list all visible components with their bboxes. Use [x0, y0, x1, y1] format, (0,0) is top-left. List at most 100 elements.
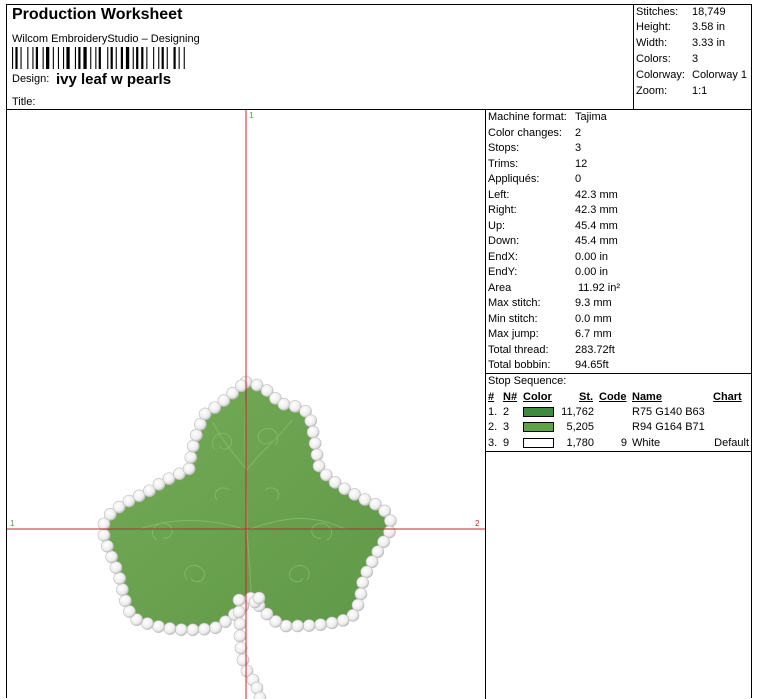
pearl — [105, 550, 118, 564]
barcode-bar — [136, 47, 139, 69]
pearl — [233, 617, 247, 631]
row-needle: 2 — [503, 406, 510, 418]
pearl — [291, 619, 304, 633]
property-value: 283.72ft — [575, 343, 615, 356]
pearl — [232, 605, 246, 619]
row-code: 9 — [620, 437, 627, 449]
property-value: 11.92 in² — [578, 281, 620, 294]
stat-label: Colors: — [636, 53, 671, 65]
row-name: R94 G164 B71 — [632, 421, 705, 433]
stat-value: Colorway 1 — [692, 69, 748, 81]
property-label: EndX: — [488, 250, 518, 263]
pearl — [163, 622, 177, 635]
barcode-bar — [57, 47, 59, 69]
property-value: 0.00 in — [575, 266, 609, 278]
pearl — [314, 618, 327, 631]
axis-marker-left: 1 — [10, 519, 15, 528]
pearl — [233, 629, 247, 643]
pearl — [384, 514, 397, 528]
pearl — [97, 528, 111, 542]
software-name: Wilcom EmbroideryStudio – Designing — [12, 33, 200, 45]
barcode-bar — [35, 47, 38, 69]
barcode-bar — [15, 47, 18, 69]
stat-value: 1:1 — [692, 85, 708, 97]
worksheet-header: Production Worksheet Wilcom EmbroiderySt… — [7, 5, 633, 109]
row-num: 2. — [488, 421, 498, 433]
barcode-bar — [90, 47, 92, 69]
barcode-bar — [161, 47, 164, 69]
barcode-bar — [178, 47, 180, 69]
barcode-bar — [153, 47, 155, 69]
property-label: Up: — [488, 219, 506, 232]
row-needle: 3 — [503, 421, 510, 433]
property-label: Trims: — [488, 157, 519, 170]
barcode-bar — [78, 47, 81, 69]
pearl — [175, 623, 188, 636]
row-chart: Default — [714, 437, 749, 449]
barcode-bar — [120, 47, 123, 69]
barcode-bar — [158, 47, 160, 69]
property-value: Tajima — [575, 111, 607, 123]
row-stitches: 1,780 — [566, 437, 594, 449]
barcode-bar — [52, 47, 54, 69]
barcode-bar — [146, 47, 148, 69]
pearl — [141, 617, 154, 630]
pearl — [184, 451, 198, 464]
pearl — [252, 591, 266, 605]
barcode-bar — [63, 47, 65, 69]
stat-label: Stitches: — [636, 6, 679, 18]
header-num: # — [488, 391, 495, 403]
pearl — [325, 616, 339, 630]
pearl — [186, 439, 200, 453]
color-swatch — [523, 422, 554, 432]
header-needle: N# — [503, 391, 518, 403]
pearl — [209, 621, 222, 634]
property-label: Right: — [488, 204, 517, 216]
header-chart: Chart — [713, 391, 742, 403]
pearl — [182, 462, 196, 476]
pearl — [113, 572, 126, 585]
stat-label: Height: — [636, 21, 671, 33]
barcode-bar — [20, 47, 22, 69]
barcode-bar — [107, 47, 109, 69]
pearl — [109, 561, 123, 574]
property-value: 42.3 mm — [575, 204, 618, 216]
property-value: 6.7 mm — [575, 328, 612, 340]
stat-value: 3 — [692, 53, 699, 65]
property-value: 94.65ft — [575, 359, 609, 371]
color-swatch — [523, 407, 554, 417]
design-preview: 1 1 2 — [7, 110, 485, 699]
property-value: 9.3 mm — [575, 297, 612, 309]
pearl — [198, 622, 211, 636]
pearl — [354, 587, 368, 601]
property-label: Max stitch: — [488, 297, 541, 309]
pearl — [310, 448, 324, 462]
property-value: 0.0 mm — [575, 312, 612, 325]
barcode-bar — [66, 47, 70, 69]
pearl — [234, 641, 248, 655]
pearl — [358, 493, 372, 506]
stat-value: 3.33 in — [692, 37, 726, 49]
row-stitches: 5,205 — [566, 421, 594, 433]
row-stitches: 11,762 — [561, 406, 594, 418]
property-label: Area — [488, 281, 512, 294]
property-label: Total thread: — [488, 343, 549, 356]
pearl — [308, 437, 322, 450]
property-value: 45.4 mm — [575, 235, 618, 247]
property-label: Appliqués: — [488, 173, 540, 185]
header-name: Name — [632, 391, 662, 403]
barcode-bar — [74, 47, 76, 69]
property-label: Down: — [488, 235, 520, 247]
property-value: 45.4 mm — [575, 219, 618, 232]
barcode-bar — [98, 47, 101, 69]
pearl — [304, 414, 318, 428]
pearl — [116, 583, 129, 596]
header-divider-vertical — [633, 4, 634, 110]
pearl — [356, 576, 369, 589]
pearl — [152, 620, 165, 633]
worksheet-title: Production Worksheet — [12, 6, 183, 23]
header-stitches: St. — [579, 391, 594, 403]
pearl — [336, 614, 350, 627]
properties-divider — [485, 373, 752, 374]
barcode-bar — [42, 47, 44, 69]
